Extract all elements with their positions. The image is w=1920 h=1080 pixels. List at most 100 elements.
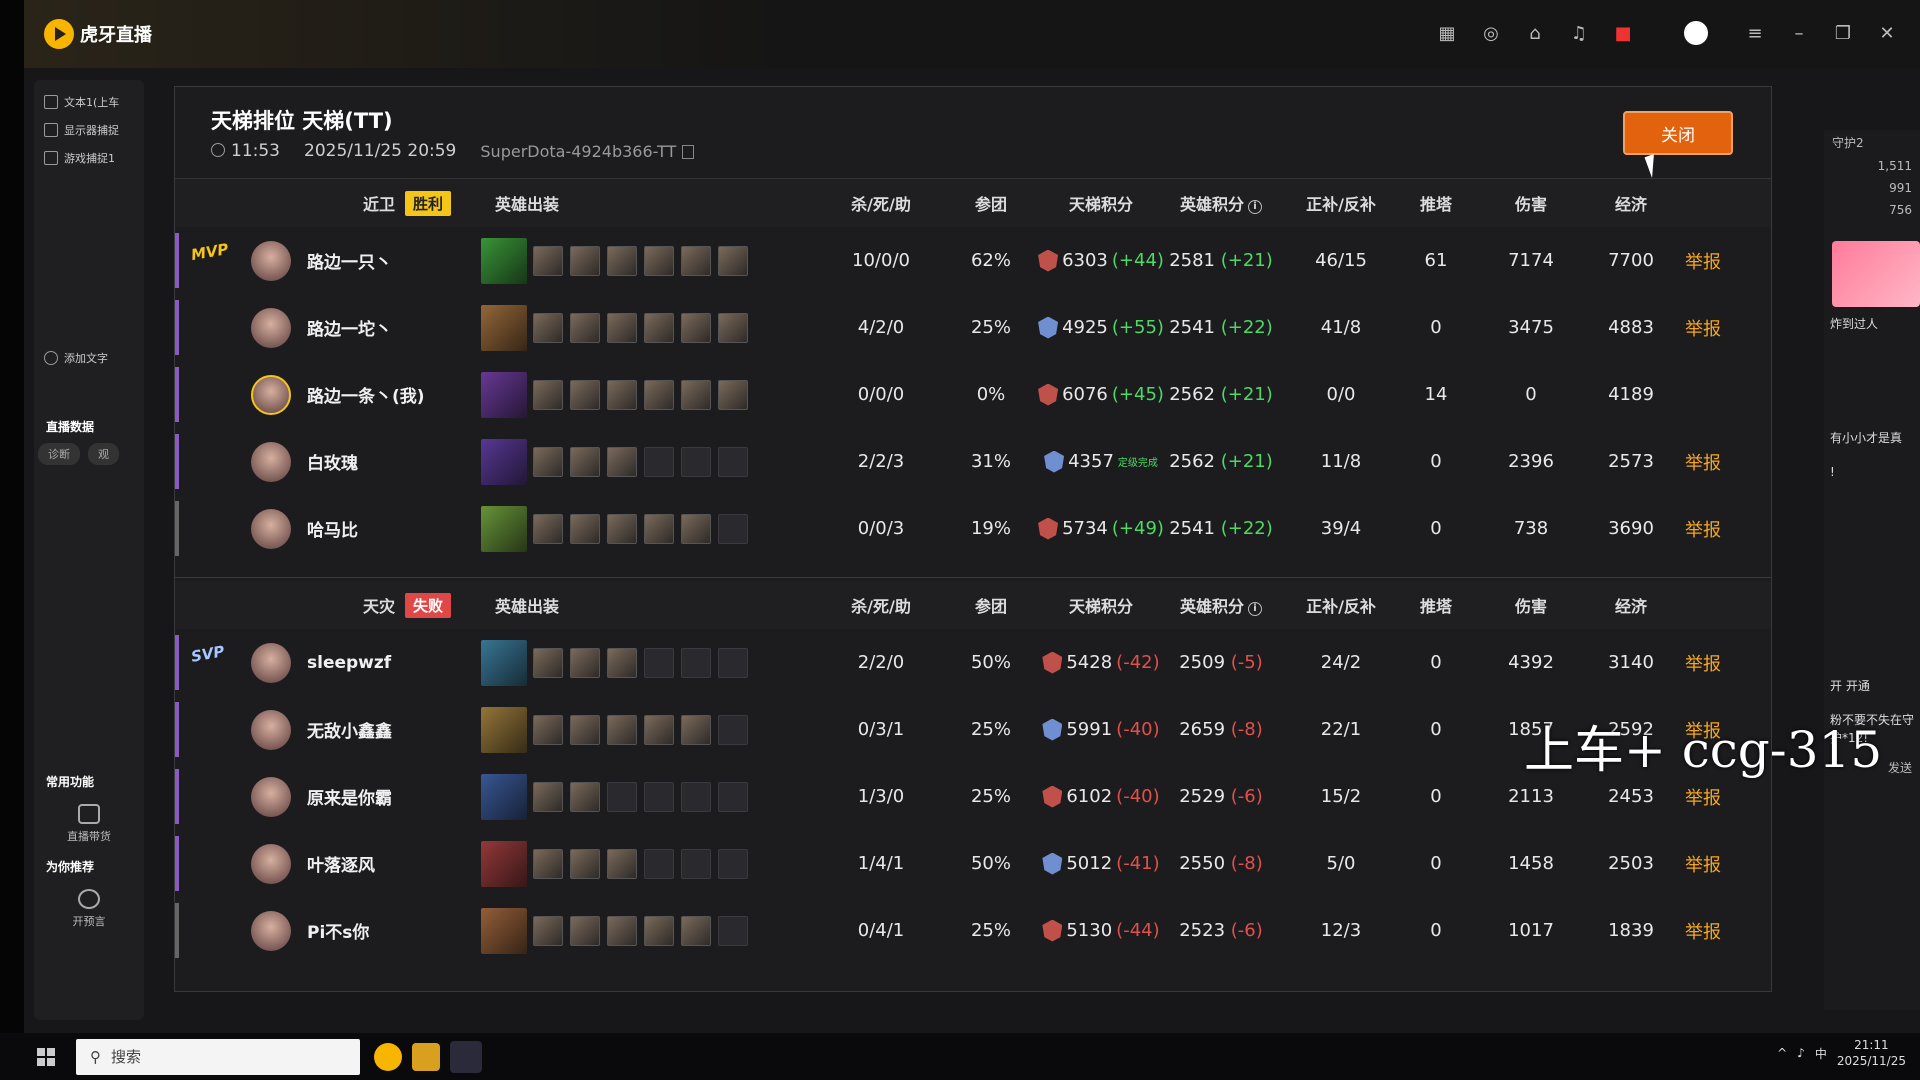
player-cell[interactable]: sleepwzf bbox=[221, 629, 481, 696]
item-slot[interactable] bbox=[570, 915, 600, 946]
item-slot[interactable] bbox=[718, 446, 748, 477]
item-slot[interactable] bbox=[533, 781, 563, 812]
hero-portrait[interactable] bbox=[481, 840, 527, 887]
item-slot[interactable] bbox=[644, 513, 674, 544]
item-slot[interactable] bbox=[644, 848, 674, 879]
info-icon[interactable]: i bbox=[1248, 200, 1262, 214]
player-avatar[interactable] bbox=[251, 307, 291, 348]
hero-portrait[interactable] bbox=[481, 304, 527, 351]
item-slot[interactable] bbox=[607, 446, 637, 477]
player-cell[interactable]: 路边一只丶 bbox=[221, 227, 481, 294]
hero-portrait[interactable] bbox=[481, 907, 527, 954]
app-taskbar-icon[interactable] bbox=[412, 1042, 440, 1071]
taskbar-search[interactable]: ⚲ 搜索 bbox=[76, 1038, 360, 1075]
player-name[interactable]: 白玫瑰 bbox=[307, 449, 358, 474]
item-slot[interactable] bbox=[607, 513, 637, 544]
player-avatar[interactable] bbox=[251, 843, 291, 884]
item-slot[interactable] bbox=[681, 245, 711, 276]
diagnose-pill[interactable]: 诊断 bbox=[38, 443, 80, 465]
player-name[interactable]: 哈马比 bbox=[307, 516, 358, 541]
prediction-tool[interactable]: 开预言 bbox=[34, 881, 144, 937]
item-slot[interactable] bbox=[644, 714, 674, 745]
item-slot[interactable] bbox=[644, 312, 674, 343]
player-avatar[interactable] bbox=[251, 776, 291, 817]
minimize-icon[interactable]: – bbox=[1786, 20, 1812, 46]
menu-icon[interactable]: ≡ bbox=[1742, 20, 1768, 46]
item-slot[interactable] bbox=[681, 647, 711, 678]
game-controller-icon[interactable]: ⌂ bbox=[1522, 20, 1548, 46]
huya-taskbar-icon[interactable] bbox=[374, 1042, 402, 1071]
hero-portrait[interactable] bbox=[481, 706, 527, 753]
view-pill[interactable]: 观 bbox=[88, 443, 119, 465]
item-slot[interactable] bbox=[533, 848, 563, 879]
item-slot[interactable] bbox=[681, 915, 711, 946]
window-close-icon[interactable]: ✕ bbox=[1874, 20, 1900, 46]
hero-portrait[interactable] bbox=[481, 639, 527, 686]
ranking-icon[interactable]: ◎ bbox=[1478, 20, 1504, 46]
item-slot[interactable] bbox=[644, 915, 674, 946]
user-avatar-icon[interactable] bbox=[1684, 21, 1708, 45]
add-text-button[interactable]: 添加文字 bbox=[34, 344, 144, 372]
item-slot[interactable] bbox=[644, 446, 674, 477]
player-cell[interactable]: 无敌小鑫鑫 bbox=[221, 696, 481, 763]
item-slot[interactable] bbox=[607, 915, 637, 946]
item-slot[interactable] bbox=[718, 915, 748, 946]
calendar-icon[interactable]: ▦ bbox=[1434, 20, 1460, 46]
item-slot[interactable] bbox=[533, 915, 563, 946]
item-slot[interactable] bbox=[681, 379, 711, 410]
guard-label[interactable]: 守护2 bbox=[1824, 130, 1920, 155]
app-logo[interactable]: 虎牙直播 bbox=[44, 19, 152, 49]
item-slot[interactable] bbox=[607, 245, 637, 276]
player-cell[interactable]: 白玫瑰 bbox=[221, 428, 481, 495]
player-name[interactable]: 路边一条丶(我) bbox=[307, 382, 425, 407]
item-slot[interactable] bbox=[644, 245, 674, 276]
gift-icon[interactable]: ■ bbox=[1610, 20, 1636, 46]
item-slot[interactable] bbox=[607, 781, 637, 812]
player-name[interactable]: Pi不s你 bbox=[307, 918, 369, 943]
item-slot[interactable] bbox=[718, 781, 748, 812]
item-slot[interactable] bbox=[607, 848, 637, 879]
report-link[interactable]: 举报 bbox=[1671, 851, 1735, 877]
item-slot[interactable] bbox=[533, 714, 563, 745]
windows-start-icon[interactable] bbox=[26, 1037, 66, 1077]
player-name[interactable]: 原来是你霸 bbox=[307, 784, 392, 809]
ime-indicator[interactable]: 中 bbox=[1815, 1045, 1827, 1062]
player-cell[interactable]: 路边一坨丶 bbox=[221, 294, 481, 361]
player-avatar[interactable] bbox=[251, 441, 291, 482]
item-slot[interactable] bbox=[607, 379, 637, 410]
live-commerce-tool[interactable]: 直播带货 bbox=[34, 796, 144, 852]
item-slot[interactable] bbox=[533, 513, 563, 544]
item-slot[interactable] bbox=[718, 848, 748, 879]
item-slot[interactable] bbox=[718, 714, 748, 745]
player-name[interactable]: 路边一坨丶 bbox=[307, 315, 392, 340]
report-link[interactable]: 举报 bbox=[1671, 516, 1735, 542]
player-avatar[interactable] bbox=[251, 642, 291, 683]
item-slot[interactable] bbox=[644, 647, 674, 678]
player-name[interactable]: 叶落逐风 bbox=[307, 851, 375, 876]
restore-icon[interactable]: ❐ bbox=[1830, 20, 1856, 46]
player-cell[interactable]: 路边一条丶(我) bbox=[221, 361, 481, 428]
hero-portrait[interactable] bbox=[481, 505, 527, 552]
item-slot[interactable] bbox=[607, 312, 637, 343]
source-item-text[interactable]: 文本1(上车 bbox=[34, 88, 144, 116]
item-slot[interactable] bbox=[570, 848, 600, 879]
hero-portrait[interactable] bbox=[481, 237, 527, 284]
report-link[interactable]: 举报 bbox=[1671, 449, 1735, 475]
report-link[interactable]: 举报 bbox=[1671, 784, 1735, 810]
player-cell[interactable]: 哈马比 bbox=[221, 495, 481, 562]
item-slot[interactable] bbox=[644, 781, 674, 812]
info-icon[interactable]: i bbox=[1248, 602, 1262, 616]
item-slot[interactable] bbox=[533, 647, 563, 678]
report-link[interactable]: 举报 bbox=[1671, 918, 1735, 944]
item-slot[interactable] bbox=[718, 312, 748, 343]
player-cell[interactable]: 叶落逐风 bbox=[221, 830, 481, 897]
item-slot[interactable] bbox=[570, 379, 600, 410]
hero-portrait[interactable] bbox=[481, 438, 527, 485]
item-slot[interactable] bbox=[681, 312, 711, 343]
item-slot[interactable] bbox=[570, 647, 600, 678]
item-slot[interactable] bbox=[681, 848, 711, 879]
item-slot[interactable] bbox=[644, 379, 674, 410]
source-item-game[interactable]: 游戏捕捉1 bbox=[34, 144, 144, 172]
item-slot[interactable] bbox=[570, 312, 600, 343]
hero-portrait[interactable] bbox=[481, 371, 527, 418]
